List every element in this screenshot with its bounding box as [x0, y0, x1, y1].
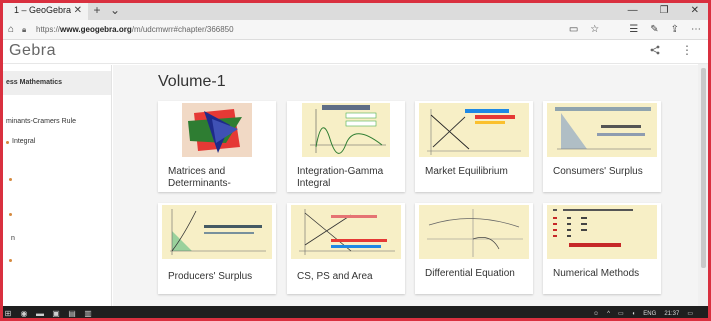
card-title: Differential Equation [425, 268, 515, 279]
sidebar-item-business-mathematics[interactable]: ess Mathematics [6, 79, 62, 86]
start-icon[interactable]: ⊞ [0, 309, 16, 318]
share-icon[interactable] [650, 44, 660, 58]
sidebar-bullet [6, 141, 9, 144]
notes-icon[interactable]: ✎ [650, 24, 658, 35]
card-title: CS, PS and Area [297, 271, 373, 282]
card-consumers-surplus[interactable]: Consumers' Surplus [543, 101, 661, 192]
home-icon[interactable]: ⌂ [0, 24, 22, 35]
card-market-equilibrium[interactable]: Market Equilibrium [415, 101, 533, 192]
address-bar: ⌂ 🔒︎ https://www.geogebra.org/m/udcmwrr#… [0, 20, 711, 40]
sidebar-bullet [9, 178, 12, 181]
people-icon[interactable]: ☺ [593, 311, 599, 317]
card-title: Market Equilibrium [425, 166, 508, 177]
thumbnail-numerical [543, 203, 661, 261]
card-integration-gamma[interactable]: Integration-Gamma Integral [287, 101, 405, 192]
card-differential-equation[interactable]: Differential Equation [415, 203, 533, 294]
app-logo[interactable]: Gebra [9, 42, 56, 60]
main-content: Volume-1 Matrices and Determinants- Inte… [113, 65, 698, 306]
new-tab-icon[interactable]: + [88, 3, 106, 17]
favorite-star-icon[interactable]: ☆ [590, 24, 599, 35]
reading-view-icon[interactable]: ▭ [569, 24, 578, 35]
address-icons: ▭ ☆ ☰ ✎ ⇪ ⋯ [569, 24, 711, 35]
card-title: Matrices and Determinants- [168, 166, 231, 189]
maximize-icon[interactable]: ❐ [660, 5, 669, 16]
chevron-down-icon[interactable]: ⌄ [106, 3, 124, 17]
card-matrices[interactable]: Matrices and Determinants- [158, 101, 276, 192]
card-cs-ps-area[interactable]: CS, PS and Area [287, 203, 405, 294]
lock-icon: 🔒︎ [22, 24, 27, 34]
tab-title: 1 – GeoGebra [14, 5, 72, 15]
app-taskbar-icon[interactable]: ▣ [48, 309, 64, 318]
thumbnail-producers [158, 203, 276, 261]
url-domain: www.geogebra.org [60, 25, 132, 34]
thumbnail-consumers [543, 101, 661, 159]
card-title: Numerical Methods [553, 268, 640, 279]
page-title: Volume-1 [158, 73, 226, 90]
app-header: Gebra ⋮ [0, 40, 711, 64]
card-title: Producers' Surplus [168, 271, 253, 282]
scrollbar-thumb[interactable] [701, 68, 706, 268]
thumbnail-differential [415, 203, 533, 261]
notifications-icon[interactable]: ▭ [687, 310, 693, 317]
close-tab-icon[interactable]: ✕ [74, 5, 82, 16]
window-controls: — ❐ ✕ [628, 5, 711, 16]
system-tray: ☺ ^ ▭ ◖ ENG 21:37 ▭ [593, 310, 711, 318]
url-field[interactable]: https://www.geogebra.org/m/udcmwrr#chapt… [36, 25, 569, 34]
share-browser-icon[interactable]: ⇪ [671, 24, 679, 35]
card-producers-surplus[interactable]: Producers' Surplus [158, 203, 276, 294]
url-path: /m/udcmwrr#chapter/366850 [131, 25, 234, 34]
thumbnail-matrices [158, 101, 276, 159]
sidebar: ess Mathematics minants-Cramers Rule Int… [0, 65, 112, 306]
thumbnail-market [415, 101, 533, 159]
edge-taskbar-icon[interactable]: ◉ [16, 309, 32, 318]
close-window-icon[interactable]: ✕ [691, 5, 699, 16]
card-title: Consumers' Surplus [553, 166, 643, 177]
card-numerical-methods[interactable]: Numerical Methods [543, 203, 661, 294]
url-prefix: https:// [36, 25, 61, 34]
network-icon[interactable]: ▭ [618, 310, 624, 317]
card-title: Integration-Gamma Integral [297, 166, 384, 189]
thumbnail-integration [287, 101, 405, 159]
taskbar: ⊞ ◉ ▬ ▣ ▤ ▥ ☺ ^ ▭ ◖ ENG 21:37 ▭ [0, 306, 711, 321]
minimize-icon[interactable]: — [628, 5, 638, 16]
browser-tab-bar: 1 – GeoGebra ✕ + ⌄ — ❐ ✕ [0, 0, 711, 20]
folder-taskbar-icon[interactable]: ▬ [32, 309, 48, 318]
tray-chevron-icon[interactable]: ^ [607, 311, 610, 317]
word-taskbar-icon[interactable]: ▥ [80, 309, 96, 318]
language-indicator[interactable]: ENG [643, 311, 656, 317]
sidebar-bullet [9, 213, 12, 216]
sidebar-bullet [9, 259, 12, 262]
favorites-list-icon[interactable]: ☰ [629, 24, 638, 35]
sidebar-item-integral[interactable]: Integral [12, 138, 35, 145]
volume-icon[interactable]: ◖ [632, 311, 636, 317]
browser-tab[interactable]: 1 – GeoGebra ✕ [0, 0, 88, 20]
sidebar-item-determinants[interactable]: minants-Cramers Rule [6, 118, 76, 125]
thumbnail-cs-ps [287, 203, 405, 261]
more-browser-icon[interactable]: ⋯ [691, 24, 701, 35]
clock[interactable]: 21:37 [664, 311, 679, 317]
sidebar-item-other[interactable]: n [11, 235, 15, 242]
more-menu-icon[interactable]: ⋮ [681, 43, 693, 57]
store-taskbar-icon[interactable]: ▤ [64, 309, 80, 318]
